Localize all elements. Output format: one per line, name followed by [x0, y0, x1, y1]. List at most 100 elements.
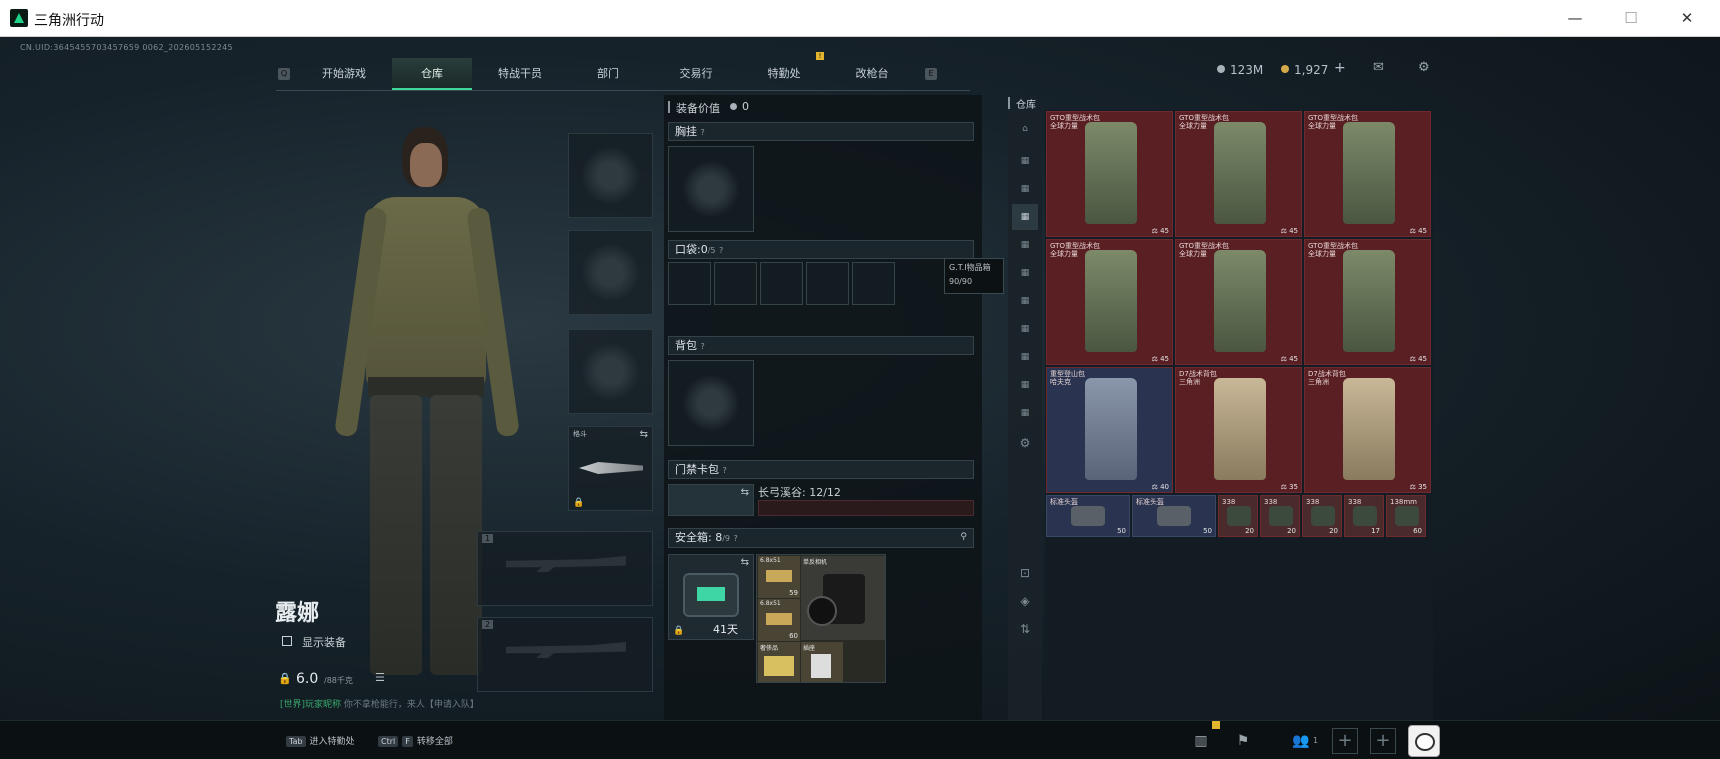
item-name: 6.8x51: [760, 557, 781, 564]
stash-filter-icon[interactable]: ⊡: [1012, 560, 1038, 586]
maximize-button[interactable]: ☐: [1616, 6, 1646, 30]
transfer-all-hint[interactable]: Ctrl F 转移全部: [378, 734, 453, 747]
stash-sort-icon[interactable]: ⇅: [1012, 616, 1038, 642]
item-count: 17: [1371, 527, 1380, 535]
swap-icon[interactable]: ⇆: [640, 429, 648, 440]
stash-backpack-item[interactable]: D7战术背包 三角洲 ⚖ 35: [1175, 367, 1302, 493]
list-icon[interactable]: ☰: [375, 671, 385, 684]
ammo-item[interactable]: 6.8x51 59: [758, 556, 800, 598]
chest-rig-slot[interactable]: [668, 146, 754, 232]
show-equipment-checkbox[interactable]: [282, 636, 292, 646]
chest-rig-header: 胸挂 ?: [668, 122, 974, 141]
stash-tab[interactable]: ▦: [1012, 372, 1038, 398]
pocket-slot[interactable]: [668, 262, 711, 305]
item-name: GTO重型战术包 全球力量: [1179, 114, 1229, 130]
swap-icon[interactable]: ⇆: [741, 487, 749, 498]
item-name: 138mm: [1390, 498, 1417, 506]
flag-icon[interactable]: ⚑: [1232, 730, 1254, 752]
backpack-slot[interactable]: [668, 360, 754, 446]
primary-weapon-slot[interactable]: 1: [477, 531, 653, 606]
stash-small-item[interactable]: 338 20: [1302, 495, 1342, 537]
stash-backpack-item[interactable]: GTO重型战术包 全球力量 ⚖ 45: [1304, 111, 1431, 237]
avatar[interactable]: [1408, 725, 1440, 757]
stash-backpack-item[interactable]: GTO重型战术包 全球力量 ⚖ 45: [1175, 111, 1302, 237]
help-icon[interactable]: ?: [701, 342, 705, 351]
pocket-slot[interactable]: [760, 262, 803, 305]
enter-special-ops-hint[interactable]: Tab 进入特勤处: [286, 734, 355, 747]
invite-slot-button[interactable]: +: [1370, 728, 1396, 754]
mail-icon[interactable]: ✉: [1373, 61, 1389, 75]
secondary-weapon-slot[interactable]: 2: [477, 617, 653, 692]
item-subtitle: 哈夫克: [1050, 378, 1071, 386]
stash-small-item[interactable]: 标准头盔 50: [1046, 495, 1130, 537]
silver-coin-icon: [1217, 65, 1225, 73]
stash-tab[interactable]: ▦: [1012, 344, 1038, 370]
tab-warehouse[interactable]: 仓库: [392, 58, 472, 90]
stats-chart-icon[interactable]: ▥: [1190, 730, 1212, 752]
stash-backpack-item[interactable]: GTO重型战术包 全球力量 ⚖ 45: [1175, 239, 1302, 365]
keycard-label: 门禁卡包: [675, 463, 719, 476]
rifle-silhouette-icon: [506, 556, 626, 572]
armor-slot[interactable]: [568, 230, 653, 315]
chat-sender[interactable]: 玩家昵称: [305, 700, 341, 710]
stash-backpack-item[interactable]: 重型登山包 哈夫克 ⚖ 40: [1046, 367, 1173, 493]
socket-item[interactable]: 插座: [801, 642, 843, 682]
keycard-strip[interactable]: [758, 500, 974, 516]
tab-market[interactable]: 交易行: [656, 58, 736, 90]
pin-icon[interactable]: ⚲: [960, 529, 967, 546]
stash-settings-icon[interactable]: ⚙: [1012, 430, 1038, 456]
equip-value-label: 装备价值: [676, 102, 720, 115]
nav-next-key[interactable]: E: [925, 68, 937, 80]
safe-box-slot[interactable]: ⇆ 🔒 41天: [668, 554, 754, 640]
melee-slot[interactable]: 格斗 ⇆ 🔒: [568, 426, 653, 511]
stash-small-item[interactable]: 138mm 60: [1386, 495, 1426, 537]
camera-item[interactable]: 单反相机: [801, 556, 885, 640]
pocket-slot[interactable]: [714, 262, 757, 305]
minimize-button[interactable]: —: [1560, 6, 1590, 30]
help-icon[interactable]: ?: [734, 534, 738, 543]
invite-slot-button[interactable]: +: [1332, 728, 1358, 754]
settings-gear-icon[interactable]: ⚙: [1418, 61, 1434, 75]
stash-small-item[interactable]: 338 20: [1218, 495, 1258, 537]
help-icon[interactable]: ?: [701, 128, 705, 137]
lock-icon: 🔒: [673, 626, 685, 636]
friends-icon[interactable]: 👥: [1290, 730, 1312, 752]
tab-special-ops[interactable]: 特勤处: [744, 58, 824, 90]
pocket-slot[interactable]: [852, 262, 895, 305]
add-currency-button[interactable]: +: [1334, 60, 1346, 76]
stash-backpack-item[interactable]: GTO重型战术包 全球力量 ⚖ 45: [1046, 111, 1173, 237]
ammo-item[interactable]: 6.8x51 60: [758, 599, 800, 641]
stash-tab[interactable]: ▦: [1012, 148, 1038, 174]
stash-backpack-item[interactable]: D7战术背包 三角洲 ⚖ 35: [1304, 367, 1431, 493]
stash-tab[interactable]: ▦: [1012, 288, 1038, 314]
tab-departments[interactable]: 部门: [568, 58, 648, 90]
stash-small-item[interactable]: 338 17: [1344, 495, 1384, 537]
helmet-slot[interactable]: [568, 133, 653, 218]
pistol-slot[interactable]: [568, 329, 653, 414]
stash-all-icon[interactable]: ⌂: [1012, 116, 1038, 142]
stash-backpack-item[interactable]: GTO重型战术包 全球力量 ⚖ 45: [1046, 239, 1173, 365]
stash-tab[interactable]: ▦: [1012, 316, 1038, 342]
stash-small-item[interactable]: 338 20: [1260, 495, 1300, 537]
pocket-slot[interactable]: [806, 262, 849, 305]
stash-tab[interactable]: ▦: [1012, 260, 1038, 286]
keycard-case[interactable]: ⇆: [668, 484, 754, 516]
friends-count: 1: [1313, 736, 1319, 745]
stash-tab-active[interactable]: ▦: [1012, 204, 1038, 230]
close-button[interactable]: ✕: [1672, 6, 1702, 30]
luxury-item[interactable]: 奢侈品: [758, 642, 800, 682]
tab-operators[interactable]: 特战干员: [480, 58, 560, 90]
tab-gunsmith[interactable]: 改枪台: [832, 58, 912, 90]
swap-icon[interactable]: ⇆: [741, 557, 749, 568]
stash-backpack-item[interactable]: GTO重型战术包 全球力量 ⚖ 45: [1304, 239, 1431, 365]
stash-small-item[interactable]: 标准头盔 50: [1132, 495, 1216, 537]
stash-tab[interactable]: ▦: [1012, 400, 1038, 426]
tab-start-game[interactable]: 开始游戏: [304, 58, 384, 90]
help-icon[interactable]: ?: [723, 466, 727, 475]
item-name: 338: [1306, 498, 1320, 506]
stash-layers-icon[interactable]: ◈: [1012, 588, 1038, 614]
stash-tab[interactable]: ▦: [1012, 176, 1038, 202]
stash-tab[interactable]: ▦: [1012, 232, 1038, 258]
help-icon[interactable]: ?: [719, 246, 723, 255]
item-count: 60: [789, 632, 798, 640]
